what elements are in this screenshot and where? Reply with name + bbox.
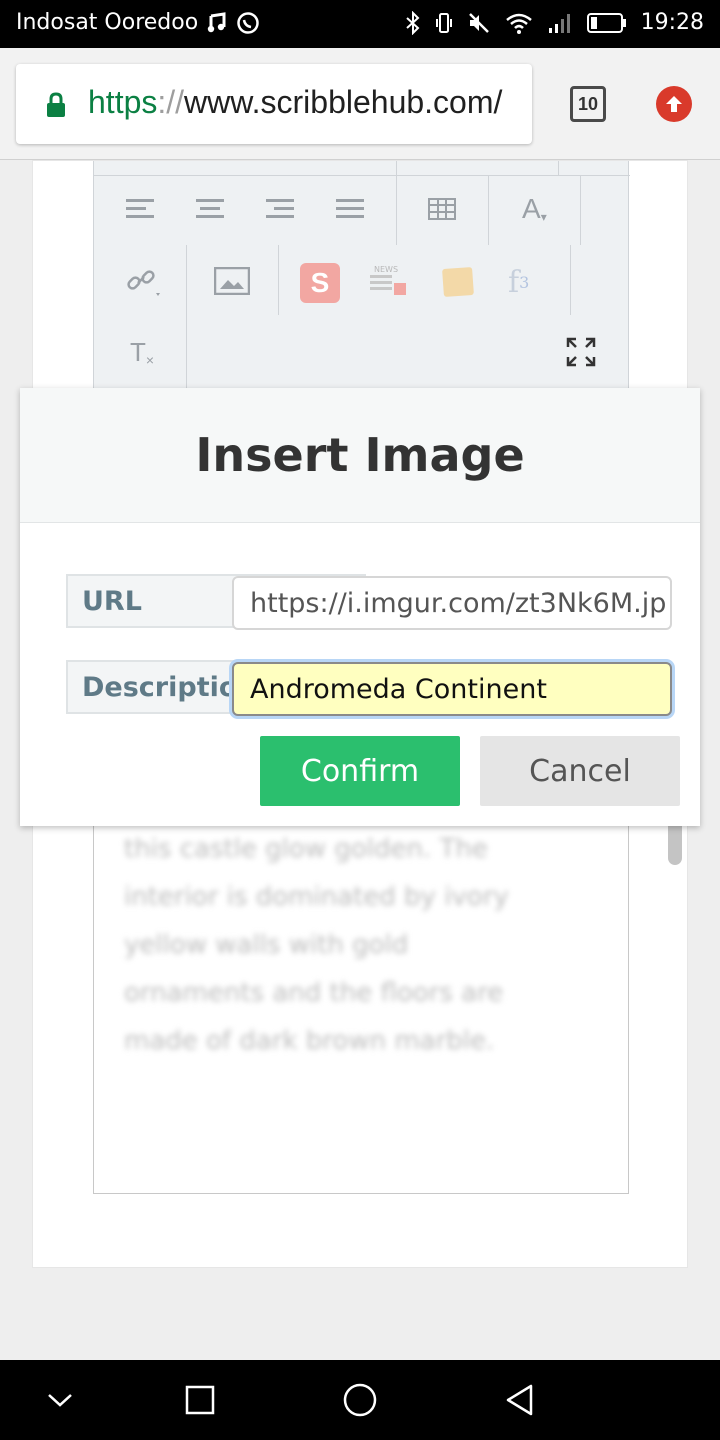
scribblehub-icon[interactable]: S	[300, 263, 340, 303]
update-button[interactable]	[656, 86, 692, 122]
arrow-up-icon	[666, 96, 682, 112]
url-text: https://www.scribblehub.com/	[88, 84, 503, 120]
description-input[interactable]: Andromeda Continent	[232, 662, 672, 716]
align-center-icon[interactable]	[196, 197, 224, 221]
insert-image-dialog: Insert Image URL https://i.imgur.com/zt3…	[20, 388, 700, 826]
align-right-icon[interactable]	[266, 197, 294, 221]
dialog-title: Insert Image	[195, 428, 525, 482]
text-color-icon[interactable]: A ▾	[522, 193, 547, 225]
music-icon	[206, 11, 228, 34]
mute-icon	[467, 11, 491, 35]
align-justify-icon[interactable]	[336, 197, 364, 221]
clear-format-icon[interactable]: T ×	[130, 337, 154, 368]
editor-text: this castle glow golden. The interior is…	[124, 834, 509, 1056]
recents-icon[interactable]	[180, 1380, 220, 1420]
image-icon[interactable]	[214, 267, 250, 295]
carrier-name: Indosat Ooredoo	[16, 10, 199, 35]
wifi-icon	[505, 11, 533, 35]
dialog-header: Insert Image	[20, 388, 700, 523]
system-nav-bar	[0, 1360, 720, 1440]
confirm-button[interactable]: Confirm	[260, 736, 460, 806]
browser-toolbar: https://www.scribblehub.com/ 10	[0, 48, 720, 160]
table-icon[interactable]	[428, 197, 456, 221]
signal-icon	[547, 11, 573, 35]
cancel-button[interactable]: Cancel	[480, 736, 680, 806]
status-bar: Indosat Ooredoo 19:28	[0, 0, 720, 48]
fullscreen-icon[interactable]	[566, 337, 596, 367]
align-left-icon[interactable]	[126, 197, 154, 221]
tab-switcher-button[interactable]: 10	[570, 86, 606, 122]
editor-toolbar: A ▾ S NEWS f3 T ×	[93, 161, 630, 391]
vibrate-icon	[435, 11, 453, 35]
home-icon[interactable]	[340, 1380, 380, 1420]
svg-text:NEWS: NEWS	[374, 265, 398, 274]
clock: 19:28	[640, 10, 704, 35]
sticky-note-icon[interactable]	[440, 265, 476, 299]
battery-icon	[586, 12, 627, 34]
url-input[interactable]: https://i.imgur.com/zt3Nk6M.jp	[232, 576, 672, 630]
link-icon[interactable]	[126, 265, 164, 299]
whatsapp-icon	[236, 11, 260, 35]
tab-count: 10	[577, 93, 599, 114]
address-bar[interactable]: https://www.scribblehub.com/	[16, 64, 532, 144]
bluetooth-icon	[405, 10, 421, 35]
lock-icon	[46, 92, 66, 122]
formula-icon[interactable]: f3	[508, 265, 529, 300]
hide-keyboard-icon[interactable]	[40, 1380, 80, 1420]
back-icon[interactable]	[500, 1380, 540, 1420]
news-icon[interactable]: NEWS	[368, 263, 408, 299]
